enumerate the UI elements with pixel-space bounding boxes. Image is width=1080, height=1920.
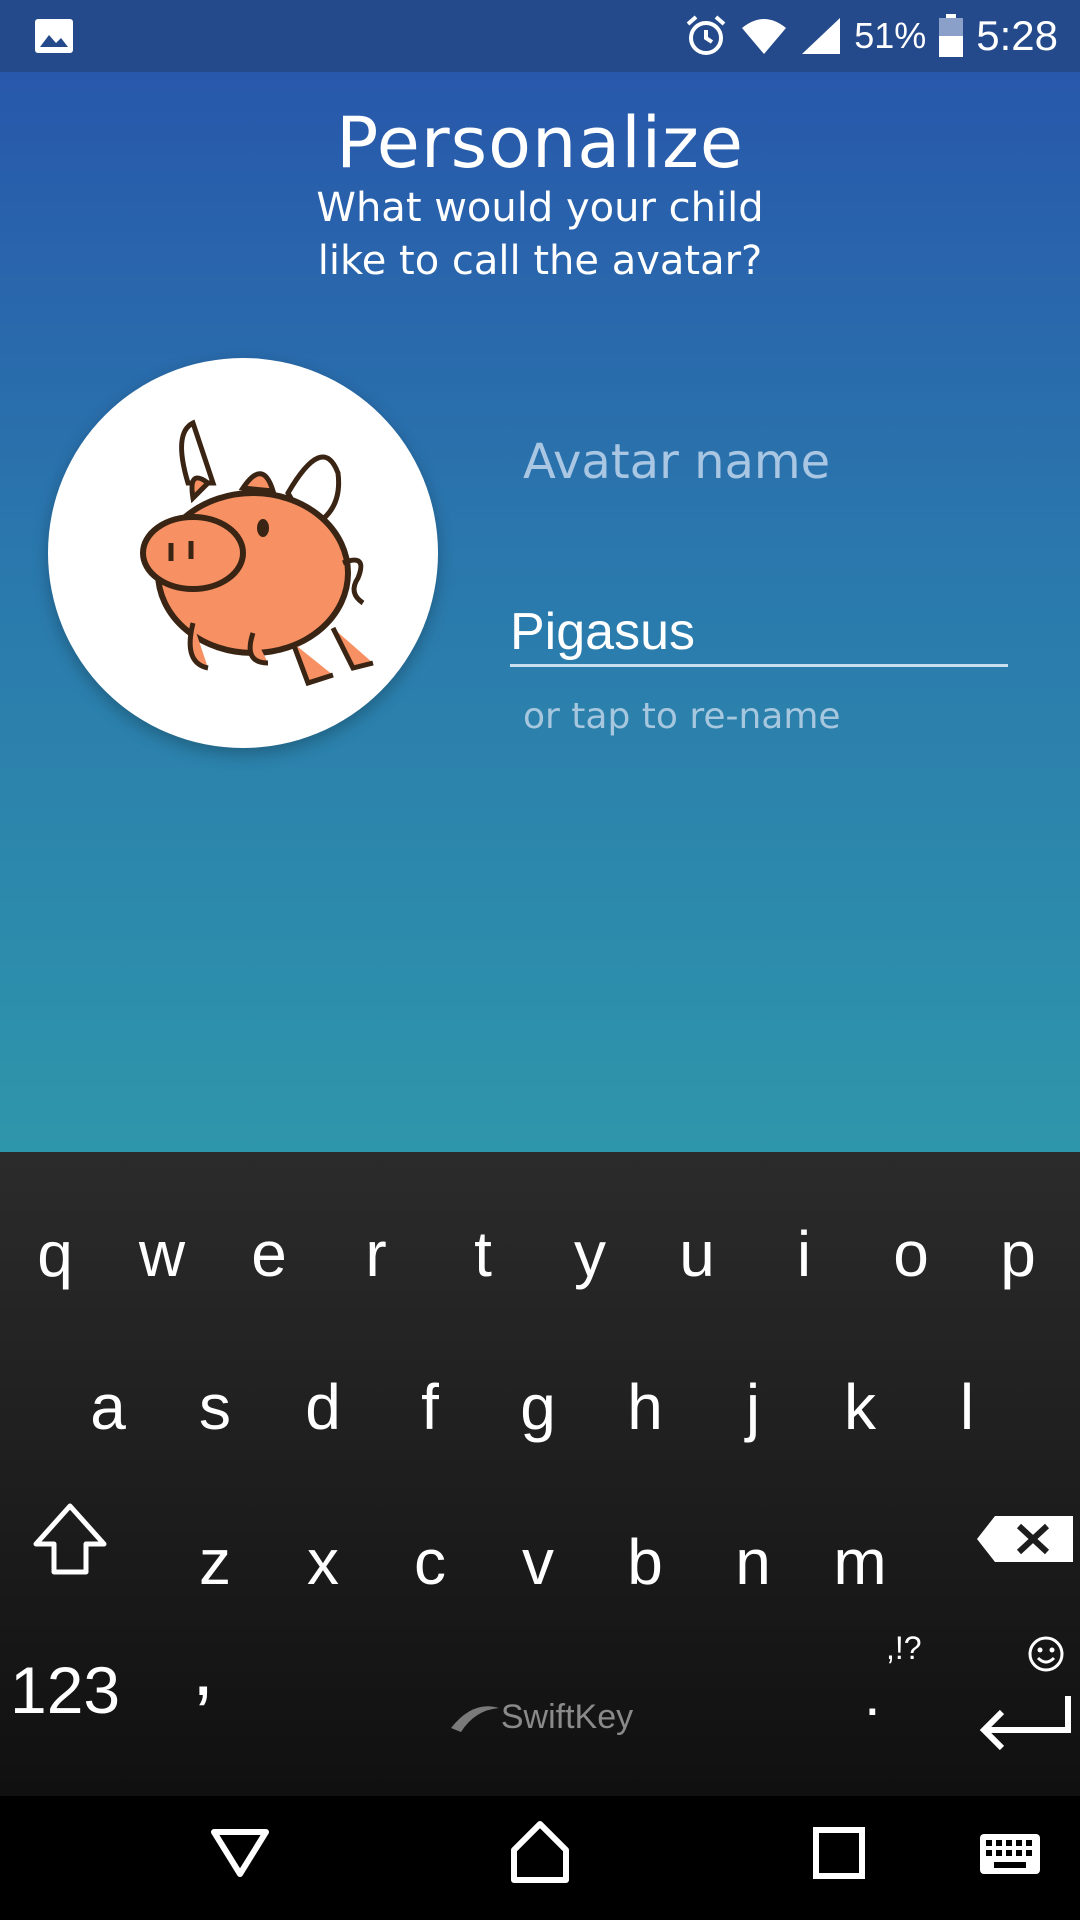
clock: 5:28	[976, 12, 1058, 59]
key-s[interactable]: s	[170, 1357, 260, 1467]
keyboard: q w e r t y u i o p a s d f g h j k l z …	[0, 1152, 1080, 1796]
key-r[interactable]: r	[331, 1204, 421, 1314]
back-icon[interactable]	[208, 1818, 272, 1888]
battery-percent: 51%	[854, 15, 927, 56]
period-key[interactable]: .	[864, 1660, 881, 1729]
key-x[interactable]: x	[278, 1512, 368, 1622]
key-c[interactable]: c	[385, 1512, 475, 1622]
space-bar-label: SwiftKey	[500, 1697, 634, 1736]
key-f[interactable]: f	[385, 1357, 475, 1467]
key-t[interactable]: t	[438, 1204, 528, 1314]
key-g[interactable]: g	[493, 1357, 583, 1467]
key-b[interactable]: b	[600, 1512, 690, 1622]
key-j[interactable]: j	[708, 1357, 798, 1467]
subtitle-line-1: What would your child	[316, 185, 764, 231]
signal-icon	[802, 18, 841, 54]
punctuation-hint: ,!?	[886, 1630, 922, 1666]
key-a[interactable]: a	[63, 1357, 153, 1467]
avatar-name-label: Avatar name	[523, 434, 831, 490]
key-d[interactable]: d	[278, 1357, 368, 1467]
avatar-name-input[interactable]	[510, 600, 1008, 667]
key-m[interactable]: m	[815, 1512, 905, 1622]
personalize-screen: Personalize What would your child like t…	[0, 72, 1080, 1152]
avatar-image[interactable]	[48, 358, 438, 748]
page-subtitle: What would your child like to call the a…	[240, 182, 840, 288]
key-e[interactable]: e	[224, 1204, 314, 1314]
battery-icon	[939, 14, 964, 57]
enter-icon[interactable]	[972, 1692, 1078, 1756]
flying-pig-icon	[140, 419, 374, 687]
comma-key[interactable]: ,	[192, 1622, 214, 1714]
navigation-bar	[0, 1796, 1080, 1920]
key-v[interactable]: v	[493, 1512, 583, 1622]
key-w[interactable]: w	[117, 1204, 207, 1314]
key-n[interactable]: n	[708, 1512, 798, 1622]
subtitle-line-2: like to call the avatar?	[317, 238, 763, 284]
space-bar[interactable]: SwiftKey	[300, 1682, 780, 1752]
numbers-key[interactable]: 123	[10, 1652, 120, 1728]
key-p[interactable]: p	[973, 1204, 1063, 1314]
home-icon[interactable]	[508, 1818, 572, 1888]
key-o[interactable]: o	[866, 1204, 956, 1314]
key-u[interactable]: u	[652, 1204, 742, 1314]
alarm-icon	[686, 15, 726, 55]
rename-hint: or tap to re-name	[523, 696, 841, 737]
key-y[interactable]: y	[545, 1204, 635, 1314]
key-l[interactable]: l	[922, 1357, 1012, 1467]
emoji-icon[interactable]	[1026, 1634, 1066, 1674]
backspace-icon[interactable]	[975, 1514, 1075, 1564]
page-title: Personalize	[336, 102, 744, 184]
keyboard-switch-icon[interactable]	[978, 1818, 1042, 1888]
key-q[interactable]: q	[10, 1204, 100, 1314]
key-k[interactable]: k	[815, 1357, 905, 1467]
key-i[interactable]: i	[759, 1204, 849, 1314]
recent-apps-icon[interactable]	[812, 1818, 868, 1888]
key-z[interactable]: z	[170, 1512, 260, 1622]
status-bar: 51% 5:28	[0, 0, 1080, 72]
swiftkey-logo-icon	[450, 1706, 499, 1732]
wifi-icon	[742, 19, 787, 54]
gallery-icon	[35, 19, 73, 53]
shift-icon[interactable]	[30, 1500, 110, 1580]
key-h[interactable]: h	[600, 1357, 690, 1467]
